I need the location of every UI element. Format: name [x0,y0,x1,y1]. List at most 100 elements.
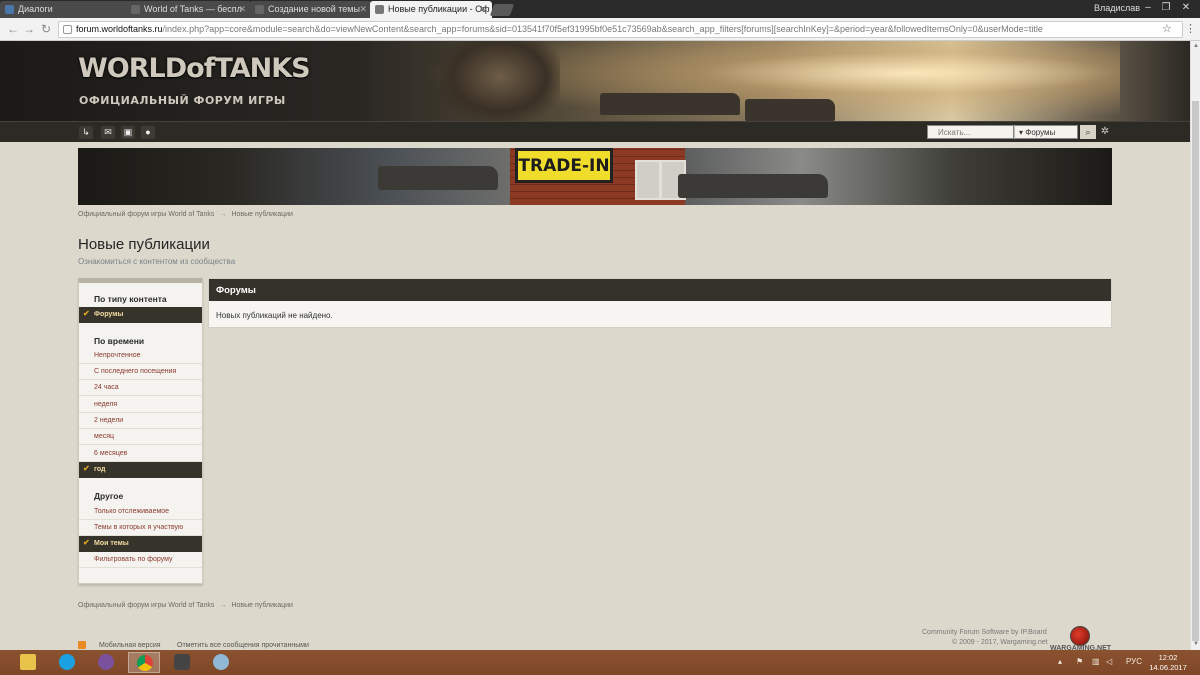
new-tab-button[interactable] [489,4,515,16]
taskbar-app[interactable] [205,652,237,673]
scroll-up-icon[interactable]: ▲ [1192,42,1200,50]
volume-icon[interactable]: ◁ [1106,657,1112,666]
minimize-icon[interactable]: – [1140,1,1156,15]
sidebar-item-forums[interactable]: ✔ Форумы [79,307,202,323]
tab-title: World of Tanks — беспл [144,4,242,14]
sidebar-item-since-last-visit[interactable]: С последнего посещения [79,364,202,380]
profile-name[interactable]: Владислав [1094,3,1140,13]
sidebar-item-24h[interactable]: 24 часа [79,380,202,396]
scroll-thumb[interactable] [1192,101,1199,641]
breadcrumb: Официальный форум игры World of Tanks → Но… [78,211,293,218]
page-info-icon[interactable] [63,25,72,34]
wot-icon [174,654,190,670]
site-logo-subtitle: ОФИЦИАЛЬНЫЙ ФОРУМ ИГРЫ [79,94,286,107]
tab-title: Новые публикации - Оф [388,4,490,14]
search-filter-label: Форумы [1025,128,1056,137]
restore-icon[interactable]: ❐ [1158,1,1174,15]
sidebar-item-week[interactable]: неделя [79,397,202,413]
breadcrumb-current[interactable]: Новые публикации [231,211,293,218]
copyright: © 2009 - 2017, Wargaming.net [952,639,1048,646]
clock[interactable]: 12:02 14.06.2017 [1148,653,1188,673]
sidebar-item-year[interactable]: ✔ год [79,462,202,478]
sidebar-item-6months[interactable]: 6 месяцев [79,446,202,462]
sidebar-item-month[interactable]: месяц [79,429,202,445]
url-input[interactable]: forum.worldoftanks.ru/index.php?app=core… [58,21,1183,38]
taskbar-explorer[interactable] [12,652,44,673]
site-logo[interactable]: WORLDofTANKS [78,53,311,84]
banner-tank-art [378,166,498,190]
sidebar-item-followed[interactable]: Только отслеживаемое [79,504,202,520]
taskbar-chrome[interactable] [128,652,160,673]
trade-in-sign: TRADE-IN [515,148,613,183]
network-icon[interactable]: ▥ [1092,657,1100,666]
check-icon: ✔ [83,538,90,547]
sidebar-item-unread[interactable]: Непрочтенное [79,348,202,364]
browser-tab-bar: Диалоги ✕ World of Tanks — беспл ✕ Созда… [0,0,1200,18]
language-indicator[interactable]: РУС [1126,657,1142,666]
taskbar-skype[interactable] [51,652,83,673]
filter-sidebar: По типу контента ✔ Форумы По времени Непр… [78,278,203,584]
wargaming-logo[interactable] [1070,626,1090,646]
empty-message: Новых публикаций не найдено. [216,311,333,320]
messages-icon[interactable]: ✉ [101,126,115,139]
browser-menu-icon[interactable]: ⋮ [1185,22,1196,35]
forward-icon[interactable]: → [22,22,36,36]
sign-in-icon[interactable]: ↳ [79,126,93,139]
breadcrumb-home-link[interactable]: Официальный форум игры World of Tanks [78,211,214,218]
rss-icon[interactable] [78,641,86,649]
sidebar-item-participated[interactable]: Темы в которых я участвую [79,520,202,536]
wot-icon [375,5,384,14]
folder-icon [20,654,36,670]
banner-window [635,160,661,200]
mobile-version-link[interactable]: Мобильная версия [99,642,161,649]
close-window-icon[interactable]: ✕ [1178,1,1194,15]
breadcrumb-separator: → [219,211,227,218]
taskbar-viber[interactable] [90,652,122,673]
clock-time: 12:02 [1158,653,1178,662]
close-icon[interactable]: ✕ [238,4,246,15]
bookmark-star-icon[interactable]: ☆ [1162,22,1172,35]
browser-tab-active[interactable]: Новые публикации - Оф ✕ [370,1,492,18]
sidebar-item-label: Форумы [94,311,124,318]
reload-icon[interactable]: ↻ [39,22,53,36]
page-title: Новые публикации [78,236,210,253]
page-scrollbar[interactable]: ▲ ▼ [1190,41,1200,650]
check-icon: ✔ [83,309,90,318]
close-icon[interactable]: ✕ [359,4,367,15]
tray-up-icon[interactable]: ▴ [1058,657,1062,666]
taskbar-wot[interactable] [166,652,198,673]
sidebar-heading-type: По типу контента [94,294,167,304]
user-icon[interactable]: ● [141,126,155,139]
flag-icon[interactable]: ⚑ [1076,657,1083,666]
url-path: /index.php?app=core&module=search&do=vie… [162,24,1043,34]
scroll-down-icon[interactable]: ▼ [1192,640,1200,648]
trade-in-banner[interactable]: TRADE-IN [78,148,1112,205]
browser-tab[interactable]: Диалоги ✕ [0,1,138,18]
search-icon[interactable]: ⌕ [1080,125,1096,139]
mark-all-read-link[interactable]: Отметить все сообщения прочитанными [177,642,309,649]
header-tank-art [745,99,835,121]
header-tank-art [600,93,740,115]
sidebar-item-my-topics[interactable]: ✔ Мои темы [79,536,202,552]
sidebar-item-filter-forum[interactable]: Фильтровать по форуму [79,552,202,568]
browser-tab[interactable]: World of Tanks — беспл ✕ [126,1,251,18]
search-input[interactable]: Искать... [927,125,1014,139]
breadcrumb-home-link[interactable]: Официальный форум игры World of Tanks [78,602,214,609]
contacts-icon[interactable]: ▣ [121,126,135,139]
app-icon [213,654,229,670]
software-credit[interactable]: Community Forum Software by IP.Board [922,629,1047,636]
gear-icon[interactable]: ✲ [1099,125,1111,139]
breadcrumb-separator: → [219,602,227,609]
browser-tab[interactable]: Создание новой темы ✕ [250,1,372,18]
tab-title: Создание новой темы [268,4,360,14]
sidebar-item-2weeks[interactable]: 2 недели [79,413,202,429]
breadcrumb-current[interactable]: Новые публикации [231,602,293,609]
wot-icon [255,5,264,14]
results-panel: Форумы Новых публикаций не найдено. [208,278,1112,328]
chrome-icon [137,655,153,671]
search-filter-select[interactable]: ▾ Форумы [1014,125,1078,139]
vk-icon [5,5,14,14]
back-icon[interactable]: ← [6,22,20,36]
close-icon[interactable]: ✕ [479,4,487,15]
check-icon: ✔ [83,464,90,473]
